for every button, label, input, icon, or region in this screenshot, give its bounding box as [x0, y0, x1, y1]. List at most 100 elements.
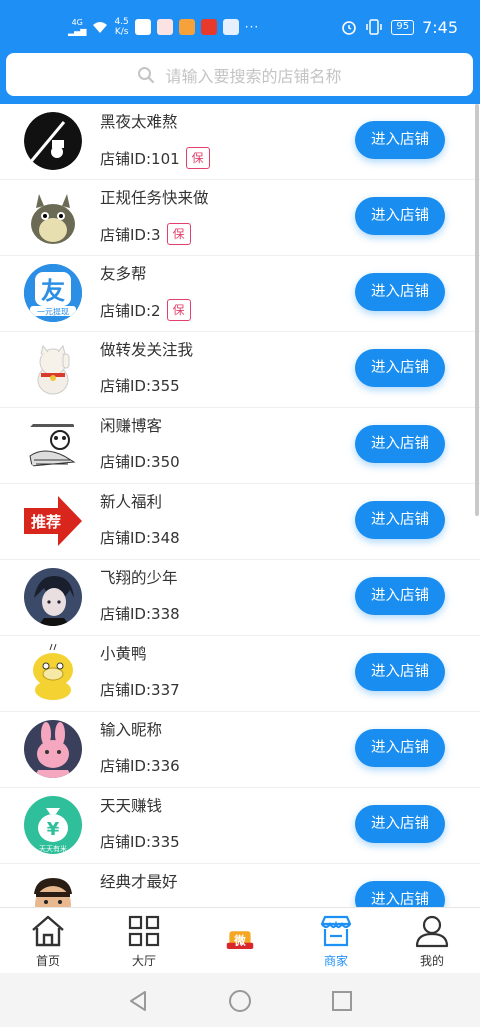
blue-app-icon	[222, 19, 239, 35]
network-indicator: 4G ▂▄▆	[68, 18, 87, 36]
shop-row[interactable]: 做转发关注我 店铺ID:355 进入店铺	[0, 332, 480, 408]
guarantee-badge: 保	[166, 223, 191, 245]
enter-shop-button[interactable]: 进入店铺	[355, 653, 445, 691]
network-type: 4G	[71, 18, 83, 27]
back-icon[interactable]	[126, 989, 150, 1013]
shop-row[interactable]: 友 一元提现 友多帮 店铺ID:2 保 进入店铺	[0, 256, 480, 332]
enter-shop-button[interactable]: 进入店铺	[355, 729, 445, 767]
store-icon	[320, 915, 352, 947]
enter-shop-button[interactable]: 进入店铺	[355, 805, 445, 843]
recommend-arrow-avatar: 推荐	[24, 492, 82, 550]
shop-name: 做转发关注我	[100, 341, 194, 359]
shop-id-text: 店铺ID:335	[100, 833, 180, 851]
recents-icon[interactable]	[330, 989, 354, 1013]
chart-app-icon	[156, 19, 173, 35]
avatar-logo-text: 友	[41, 277, 65, 305]
enter-shop-button[interactable]: 进入店铺	[355, 273, 445, 311]
orange-app-icon	[178, 19, 195, 35]
shop-id: 店铺ID:335	[100, 831, 180, 852]
guarantee-badge: 保	[166, 299, 191, 321]
shop-id-text: 店铺ID:350	[100, 453, 180, 471]
status-left: 4G ▂▄▆ 4.5 K/s ···	[68, 14, 259, 40]
shop-id: 店铺ID:101 保	[100, 147, 210, 169]
nav-hall[interactable]: 大厅	[96, 908, 192, 974]
nav-home[interactable]: 首页	[0, 908, 96, 974]
nav-label: 商家	[323, 954, 348, 968]
system-nav-bar	[0, 973, 480, 1027]
pink-rabbit-avatar	[24, 720, 82, 778]
shop-id: 店铺ID:3 保	[100, 223, 191, 245]
shop-row[interactable]: 闲赚博客 店铺ID:350 进入店铺	[0, 408, 480, 484]
enter-shop-button[interactable]: 进入店铺	[355, 881, 445, 907]
shop-name: 闲赚博客	[100, 417, 163, 435]
search-icon	[138, 66, 155, 83]
shop-row[interactable]: 经典才最好 进入店铺	[0, 864, 480, 907]
shop-name: 输入昵称	[100, 721, 163, 739]
shop-id: 店铺ID:348	[100, 527, 180, 548]
money-bag-avatar: ¥ 天天有米	[24, 796, 82, 854]
speed-unit: K/s	[114, 27, 129, 37]
shop-id-text: 店铺ID:101	[100, 149, 180, 168]
shop-row[interactable]: 小黄鸭 店铺ID:337 进入店铺	[0, 636, 480, 712]
network-speed: 4.5 K/s	[114, 17, 128, 37]
search-bar: 请输入要搜索的店铺名称	[0, 52, 480, 104]
enter-shop-button[interactable]: 进入店铺	[355, 197, 445, 235]
search-input[interactable]: 请输入要搜索的店铺名称	[6, 53, 473, 96]
nav-label: 大厅	[131, 954, 156, 968]
shop-row[interactable]: 推荐 新人福利 店铺ID:348 进入店铺	[0, 484, 480, 560]
enter-shop-button[interactable]: 进入店铺	[355, 121, 445, 159]
alarm-icon	[342, 21, 357, 35]
enter-shop-button[interactable]: 进入店铺	[355, 577, 445, 615]
yellow-duck-avatar	[24, 644, 82, 702]
battery-indicator: 95	[391, 19, 415, 35]
nav-mine[interactable]: 我的	[384, 908, 480, 974]
guarantee-badge: 保	[185, 147, 210, 169]
grid-icon	[128, 915, 160, 947]
nav-merchant[interactable]: 商家	[288, 908, 384, 974]
shop-row[interactable]: 输入昵称 店铺ID:336 进入店铺	[0, 712, 480, 788]
lucky-cat-avatar	[24, 340, 82, 398]
nav-wei[interactable]: 微	[192, 908, 288, 974]
shop-id: 店铺ID:350	[100, 451, 180, 472]
shop-name: 飞翔的少年	[100, 569, 178, 587]
wifi-icon	[93, 22, 108, 33]
avatar-logo-text: ¥	[47, 819, 60, 840]
shop-id-text: 店铺ID:2	[100, 301, 161, 320]
shop-id-text: 店铺ID:3	[100, 225, 161, 244]
shop-row[interactable]: 黑夜太难熬 店铺ID:101 保 进入店铺	[0, 104, 480, 180]
shop-name: 正规任务快来做	[100, 189, 209, 207]
enter-shop-button[interactable]: 进入店铺	[355, 349, 445, 387]
shop-list[interactable]: 黑夜太难熬 店铺ID:101 保 进入店铺 正规任务快来做 店铺ID:3 保 进入店…	[0, 104, 480, 907]
status-bar: 4G ▂▄▆ 4.5 K/s ··· 95 7:45	[0, 0, 480, 52]
avatar-logo-text: 推荐	[31, 513, 61, 531]
speed-value: 4.5	[114, 17, 129, 27]
enter-shop-button[interactable]: 进入店铺	[355, 425, 445, 463]
bottom-nav: 首页 大厅 微 商家 我的	[0, 907, 480, 973]
shield-app-icon	[134, 19, 151, 35]
shop-id: 店铺ID:338	[100, 603, 180, 624]
shop-id-text: 店铺ID:348	[100, 529, 180, 547]
shop-id-text: 店铺ID:338	[100, 605, 180, 623]
shop-row[interactable]: ¥ 天天有米 天天赚钱 店铺ID:335 进入店铺	[0, 788, 480, 864]
shop-name: 黑夜太难熬	[100, 113, 178, 131]
shop-name: 友多帮	[100, 265, 147, 283]
nav-label: 首页	[35, 954, 60, 968]
search-placeholder: 请输入要搜索的店铺名称	[165, 66, 342, 86]
shop-row[interactable]: 飞翔的少年 店铺ID:338 进入店铺	[0, 560, 480, 636]
home-icon	[32, 915, 64, 947]
shop-id-text: 店铺ID:337	[100, 681, 180, 699]
shop-id-text: 店铺ID:355	[100, 377, 180, 395]
shop-id: 店铺ID:355	[100, 375, 180, 396]
panda-meme-avatar	[24, 416, 82, 474]
scrollbar[interactable]	[475, 104, 479, 516]
more-notifications-icon: ···	[244, 20, 260, 34]
enter-shop-button[interactable]: 进入店铺	[355, 501, 445, 539]
shop-name: 新人福利	[100, 493, 163, 511]
shop-name: 天天赚钱	[100, 797, 163, 815]
shop-id-text: 店铺ID:336	[100, 757, 180, 775]
shop-row[interactable]: 正规任务快来做 店铺ID:3 保 进入店铺	[0, 180, 480, 256]
anime-boy-avatar	[24, 568, 82, 626]
home-circle-icon[interactable]	[228, 989, 252, 1013]
totoro-avatar	[24, 188, 82, 246]
vibrate-icon	[366, 19, 383, 35]
